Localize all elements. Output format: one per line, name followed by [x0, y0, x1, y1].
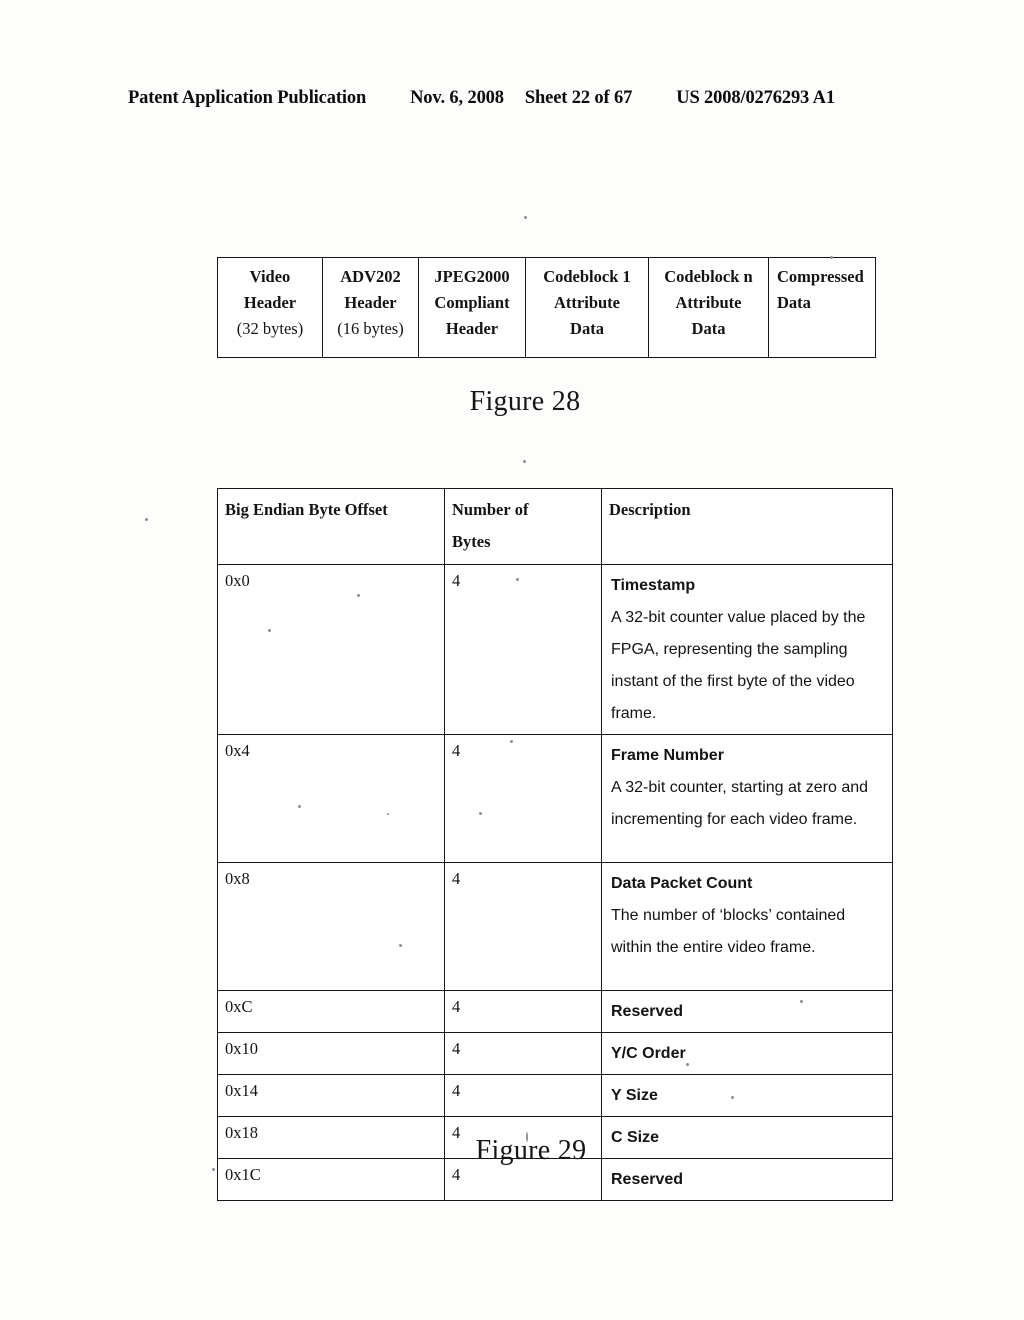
fig28-cell-line1: Video [249, 267, 291, 286]
cell-number-of-bytes: 4 [444, 1032, 602, 1075]
cell-number-of-bytes: 4 [444, 862, 602, 991]
fig28-cell-line2: Attribute [675, 293, 742, 312]
patent-number: US 2008/0276293 A1 [676, 88, 835, 108]
fig28-cell-line1: JPEG2000 [434, 267, 510, 286]
cell-byte-offset: 0x8 [217, 862, 445, 991]
column-header-byte-offset: Big Endian Byte Offset [217, 488, 445, 565]
description-title: Y/C Order [611, 1045, 686, 1062]
column-header-number-of-bytes: Number of Bytes [444, 488, 602, 565]
scan-speckle [145, 518, 148, 521]
fig28-cell-line1: Codeblock n [664, 267, 753, 286]
publication-date: Nov. 6, 2008 [410, 88, 504, 108]
description-title: Reserved [611, 1171, 684, 1188]
fig28-cell-line1: Compressed [777, 267, 864, 286]
fig28-cell-note: (16 bytes) [337, 319, 404, 338]
table-header-row: Big Endian Byte Offset Number of Bytes De… [217, 488, 893, 565]
cell-number-of-bytes: 4 [444, 564, 602, 735]
fig28-cell-line2: Header [344, 293, 397, 312]
table-row: 0x14 4 Y Size [217, 1074, 893, 1117]
description-title: Data Packet Count [611, 875, 753, 892]
publication-label: Patent Application Publication [128, 88, 367, 108]
cell-byte-offset: 0xC [217, 990, 445, 1033]
figure-28-table: Video Header (32 bytes) ADV202 Header (1… [217, 257, 876, 358]
cell-number-of-bytes: 4 [444, 734, 602, 863]
description-title: Y Size [611, 1087, 658, 1104]
fig28-cell-jpeg2000-header: JPEG2000 Compliant Header [418, 257, 526, 358]
fig28-cell-codeblock-n-attribute-data: Codeblock n Attribute Data [648, 257, 769, 358]
cell-description: Data Packet Count The number of ‘blocks’… [601, 862, 893, 991]
cell-description: Y/C Order [601, 1032, 893, 1075]
table-row: 0x8 4 Data Packet Count The number of ‘b… [217, 862, 893, 991]
column-header-description: Description [601, 488, 893, 565]
fig28-cell-line2: Header [243, 293, 297, 312]
running-head: Patent Application Publication Nov. 6, 2… [128, 88, 896, 109]
table-row: 0x0 4 Timestamp A 32-bit counter value p… [217, 564, 893, 735]
cell-byte-offset: 0x10 [217, 1032, 445, 1075]
patent-page: Patent Application Publication Nov. 6, 2… [0, 0, 1024, 1320]
sheet-number: Sheet 22 of 67 [524, 88, 633, 108]
fig28-cell-note: Data [570, 319, 604, 338]
fig28-cell-compressed-data: Compressed Data [768, 257, 876, 358]
fig28-cell-line1: ADV202 [340, 267, 401, 286]
table-row: 0xC 4 Reserved [217, 990, 893, 1033]
fig28-cell-line2: Compliant [434, 293, 510, 312]
cell-number-of-bytes: 4 [444, 990, 602, 1033]
table-row: 0x4 4 Frame Number A 32-bit counter, sta… [217, 734, 893, 863]
description-title: Timestamp [611, 577, 696, 594]
fig28-cell-note: Data [691, 319, 726, 338]
scan-speckle [523, 460, 526, 463]
description-body: The number of ‘blocks’ contained within … [611, 907, 846, 956]
figure-29-caption: Figure 29 [475, 1135, 587, 1166]
cell-description: Timestamp A 32-bit counter value placed … [601, 564, 893, 735]
fig28-cell-adv202-header: ADV202 Header (16 bytes) [322, 257, 419, 358]
cell-byte-offset: 0x14 [217, 1074, 445, 1117]
fig28-cell-line2: Data [777, 293, 811, 312]
fig28-cell-line1: Codeblock 1 [543, 267, 631, 286]
fig28-cell-line2: Attribute [554, 293, 620, 312]
description-title: Reserved [611, 1003, 684, 1020]
cell-byte-offset: 0x4 [217, 734, 445, 863]
description-body: A 32-bit counter value placed by the FPG… [611, 609, 866, 722]
cell-byte-offset: 0x0 [217, 564, 445, 735]
fig28-cell-codeblock-1-attribute-data: Codeblock 1 Attribute Data [525, 257, 649, 358]
fig28-cell-note: Header [445, 319, 499, 338]
fig28-cell-note: (32 bytes) [236, 319, 304, 338]
table-row: 0x10 4 Y/C Order [217, 1032, 893, 1075]
fig28-cell-video-header: Video Header (32 bytes) [217, 257, 323, 358]
cell-description: Reserved [601, 990, 893, 1033]
cell-number-of-bytes: 4 [444, 1074, 602, 1117]
cell-description: Y Size [601, 1074, 893, 1117]
description-body: A 32-bit counter, starting at zero and i… [611, 779, 869, 828]
description-title: Frame Number [611, 747, 724, 764]
scan-speckle [524, 216, 527, 219]
table-row: Video Header (32 bytes) ADV202 Header (1… [217, 257, 876, 358]
cell-description: Frame Number A 32-bit counter, starting … [601, 734, 893, 863]
figure-29-table: Big Endian Byte Offset Number of Bytes De… [217, 488, 893, 1201]
figure-28-caption: Figure 28 [469, 386, 581, 417]
scan-speckle [212, 1168, 215, 1171]
